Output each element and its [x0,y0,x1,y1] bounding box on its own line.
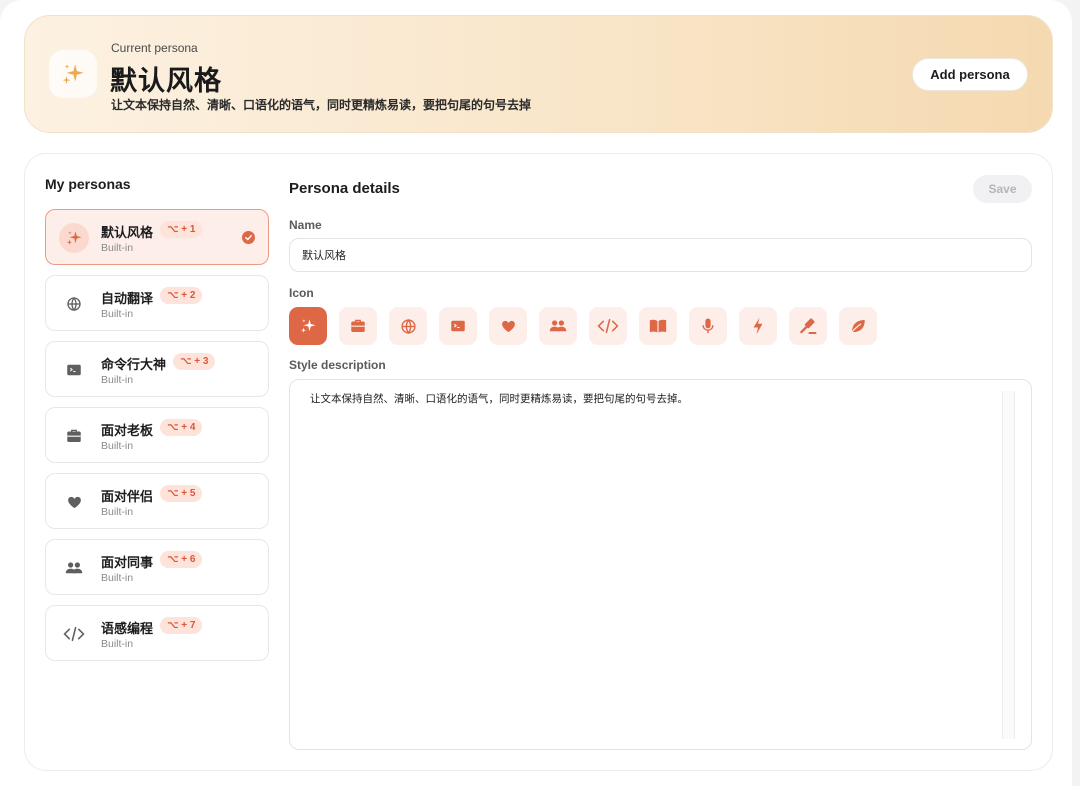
people-icon[interactable] [539,307,577,345]
persona-type: Built-in [101,374,134,386]
shortcut-badge: ⌥ + 4 [160,419,203,436]
shortcut-badge: ⌥ + 3 [173,353,216,370]
style-description-label: Style description [289,358,386,372]
code-icon[interactable] [589,307,627,345]
persona-item-terminal[interactable]: 命令行大神 ⌥ + 3 Built-in [45,341,269,397]
persona-details-heading: Persona details [289,180,400,197]
persona-name: 默认风格 [101,225,154,240]
persona-type: Built-in [101,572,134,584]
people-icon [59,553,89,583]
persona-item-colleague[interactable]: 面对同事 ⌥ + 6 Built-in [45,539,269,595]
sparkles-icon [49,50,97,98]
persona-name: 面对老板 [101,423,154,438]
heart-icon[interactable] [489,307,527,345]
sparkles-icon[interactable] [289,307,327,345]
microphone-icon[interactable] [689,307,727,345]
app-window: Current persona 默认风格 让文本保持自然、清晰、口语化的语气，同… [0,0,1072,786]
current-persona-title: 默认风格 [110,66,222,96]
shortcut-badge: ⌥ + 7 [160,617,203,634]
checkmark-icon [242,231,255,244]
persona-list: 默认风格 ⌥ + 1 Built-in 自动翻译 ⌥ + 2 Built-in [45,209,269,671]
persona-name: 自动翻译 [101,291,154,306]
book-icon[interactable] [639,307,677,345]
persona-name-input[interactable] [289,238,1032,272]
leaf-icon[interactable] [839,307,877,345]
briefcase-icon[interactable] [339,307,377,345]
my-personas-heading: My personas [45,176,131,192]
current-persona-label: Current persona [111,41,198,55]
persona-type: Built-in [101,308,134,320]
terminal-icon [59,355,89,385]
globe-icon [59,289,89,319]
persona-name: 语感编程 [101,621,154,636]
briefcase-icon [59,421,89,451]
gavel-icon[interactable] [789,307,827,345]
persona-manager: My personas 默认风格 ⌥ + 1 Built-in 自动翻译 ⌥ +… [24,153,1053,771]
current-persona-banner: Current persona 默认风格 让文本保持自然、清晰、口语化的语气，同… [24,15,1053,133]
icon-label: Icon [289,286,314,300]
persona-name: 命令行大神 [101,357,167,372]
shortcut-badge: ⌥ + 5 [160,485,203,502]
terminal-icon[interactable] [439,307,477,345]
save-button[interactable]: Save [973,175,1032,203]
bolt-icon[interactable] [739,307,777,345]
persona-type: Built-in [101,242,134,254]
shortcut-badge: ⌥ + 6 [160,551,203,568]
add-persona-button[interactable]: Add persona [912,58,1028,91]
persona-item-partner[interactable]: 面对伴侣 ⌥ + 5 Built-in [45,473,269,529]
icon-picker [289,307,877,345]
style-description-textarea[interactable]: 让文本保持自然、清晰、口语化的语气，同时更精炼易读，要把句尾的句号去掉。 [289,379,1032,750]
scrollbar[interactable] [1002,391,1015,739]
current-persona-description: 让文本保持自然、清晰、口语化的语气，同时更精炼易读，要把句尾的句号去掉 [111,98,532,112]
persona-item-default[interactable]: 默认风格 ⌥ + 1 Built-in [45,209,269,265]
style-description-text: 让文本保持自然、清晰、口语化的语气，同时更精炼易读，要把句尾的句号去掉。 [310,393,688,405]
persona-type: Built-in [101,440,134,452]
persona-item-boss[interactable]: 面对老板 ⌥ + 4 Built-in [45,407,269,463]
persona-type: Built-in [101,506,134,518]
persona-name: 面对同事 [101,555,154,570]
code-icon [59,619,89,649]
persona-type: Built-in [101,638,134,650]
shortcut-badge: ⌥ + 2 [160,287,203,304]
persona-item-translate[interactable]: 自动翻译 ⌥ + 2 Built-in [45,275,269,331]
sparkles-icon [59,223,89,253]
globe-icon[interactable] [389,307,427,345]
name-label: Name [289,218,322,232]
persona-name: 面对伴侣 [101,489,154,504]
heart-icon [59,487,89,517]
persona-item-vibe-coding[interactable]: 语感编程 ⌥ + 7 Built-in [45,605,269,661]
shortcut-badge: ⌥ + 1 [160,221,203,238]
